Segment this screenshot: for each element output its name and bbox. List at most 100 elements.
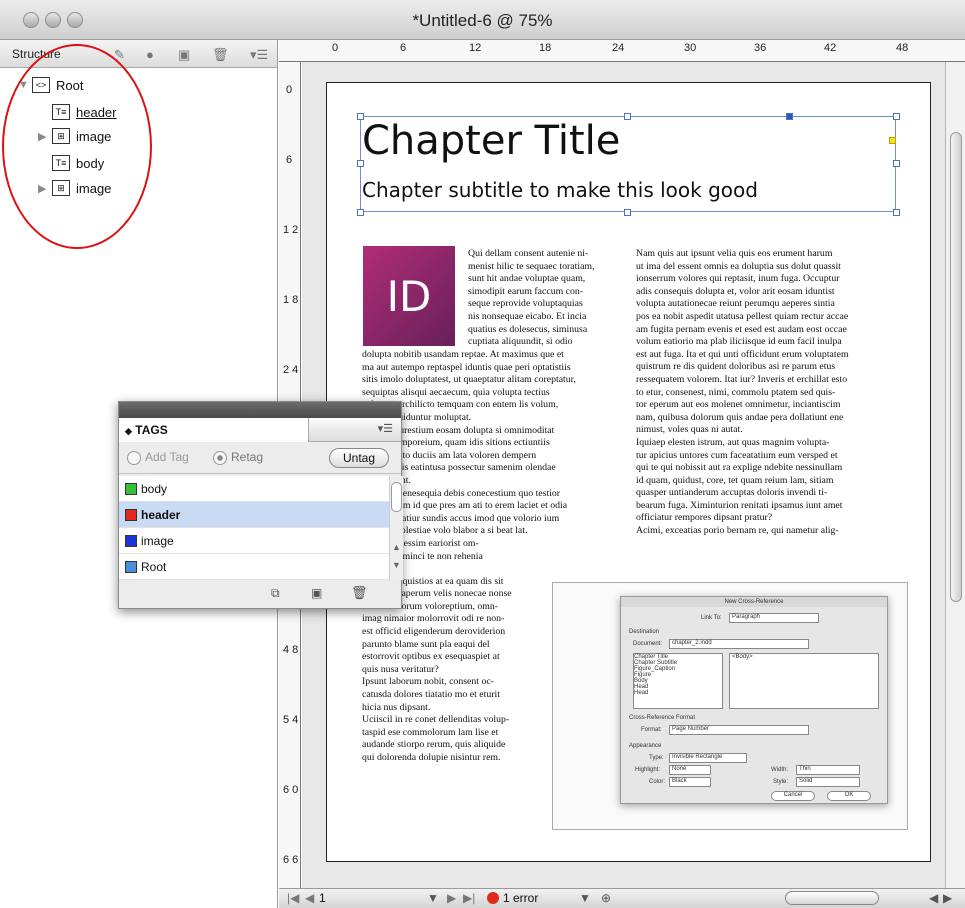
resize-handle[interactable] — [357, 209, 364, 216]
ruler-mark: 6 0 — [283, 784, 299, 796]
error-menu-icon[interactable]: ▼ — [579, 891, 591, 905]
panel-menu-icon[interactable]: ▾☰ — [378, 422, 393, 435]
document-select: chapter_2.indd — [669, 639, 809, 649]
trash-icon[interactable]: 🗑 — [212, 47, 229, 63]
chapter-title[interactable]: Chapter Title — [362, 118, 620, 164]
red-annotation-circle — [2, 44, 152, 249]
scroll-down-icon[interactable]: ▼ — [392, 560, 401, 570]
untag-button[interactable]: Untag — [329, 448, 389, 468]
ruler-mark: 2 4 — [283, 364, 299, 376]
ruler-mark: 24 — [612, 42, 625, 54]
tag-color-swatch — [125, 482, 137, 495]
cancel-button: Cancel — [771, 791, 815, 801]
add-tag-option[interactable]: Add Tag — [127, 450, 189, 465]
next-page-icon[interactable]: ▶ — [447, 891, 456, 905]
error-indicator-icon — [487, 892, 499, 904]
new-tag-icon[interactable]: ▣ — [311, 586, 322, 600]
page-menu-icon[interactable]: ▼ — [427, 891, 439, 905]
ruler-mark: 6 6 — [283, 854, 299, 866]
body-text-column-2[interactable]: Nam quis aut ipsunt velia quis eos erume… — [636, 248, 898, 538]
chapter-subtitle[interactable]: Chapter subtitle to make this look good — [362, 178, 758, 202]
tag-label: Root — [141, 559, 167, 574]
type-select: Invisible Rectangle — [669, 753, 747, 763]
tag-item-image[interactable]: image — [119, 528, 389, 554]
in-port-icon[interactable] — [786, 113, 793, 120]
width-select: Thin — [796, 765, 860, 775]
scroll-right-icon[interactable]: ▶ — [943, 891, 952, 905]
panel-grip[interactable] — [119, 402, 401, 418]
status-bar: |◀ ◀ 1 ▼ ▶ ▶| 1 error ▼ ⊕ ◀ ▶ — [279, 888, 965, 908]
resize-handle[interactable] — [624, 209, 631, 216]
resize-handle[interactable] — [893, 160, 900, 167]
ruler-mark: 42 — [824, 42, 837, 54]
link-to-select: Paragraph — [729, 613, 819, 623]
retag-radio[interactable] — [213, 450, 227, 465]
horizontal-ruler[interactable]: 0 6 12 18 24 30 36 42 48 — [279, 40, 965, 62]
tags-footer: ⧉ ▣ 🗑 — [119, 580, 401, 608]
ruler-mark: 48 — [896, 42, 909, 54]
add-tag-label: Add Tag — [145, 450, 189, 464]
retag-option[interactable]: Retag — [213, 450, 263, 465]
new-element-icon[interactable]: ▣ — [178, 47, 190, 63]
link-to-label: Link To: — [701, 615, 722, 621]
prev-page-icon[interactable]: ◀ — [305, 891, 314, 905]
window-titlebar: *Untitled-6 @ 75% — [0, 0, 965, 40]
page-number-field[interactable]: 1 — [319, 891, 326, 905]
retag-label: Retag — [231, 450, 264, 464]
ruler-mark: 5 4 — [283, 714, 299, 726]
color-select: Black — [669, 777, 711, 787]
window-title: *Untitled-6 @ 75% — [412, 11, 553, 30]
body-text-wrap[interactable]: Qui dellam consent autenie ni- menist hi… — [468, 248, 628, 349]
ruler-mark: 0 — [286, 84, 293, 96]
tag-item-root[interactable]: Root — [119, 554, 389, 580]
tag-item-body[interactable]: body — [119, 476, 389, 502]
tag-label: body — [141, 481, 168, 496]
tag-label: image — [141, 533, 174, 548]
trash-icon[interactable]: 🗑 — [351, 585, 368, 601]
resize-handle[interactable] — [624, 113, 631, 120]
autotag-icon[interactable]: ⧉ — [271, 586, 280, 601]
last-page-icon[interactable]: ▶| — [463, 891, 475, 905]
highlight-label: Highlight: — [635, 767, 661, 773]
scrollbar-thumb[interactable] — [950, 132, 962, 602]
dialog-title: New Cross-Reference — [621, 597, 887, 607]
format-label: Format: — [641, 727, 662, 733]
ruler-mark: 30 — [684, 42, 697, 54]
error-status[interactable]: 1 error — [503, 891, 538, 905]
style-select: Solid — [796, 777, 860, 787]
embedded-cross-reference-dialog: New Cross-Reference Link To: Paragraph D… — [620, 596, 888, 804]
resize-handle[interactable] — [893, 209, 900, 216]
resize-handle[interactable] — [893, 113, 900, 120]
updown-icon: ◆ — [125, 426, 132, 436]
ruler-mark: 0 — [332, 42, 339, 54]
tags-scrollbar[interactable]: ▲ ▼ — [389, 476, 403, 580]
indesign-logo-image[interactable]: ID — [363, 246, 455, 346]
tags-tab-row: ◆ TAGS ▾☰ — [119, 418, 401, 442]
tab-tags[interactable]: ◆ TAGS — [119, 418, 309, 442]
panel-menu-icon[interactable]: ▾☰ — [250, 47, 268, 63]
format-section-label: Cross-Reference Format — [629, 715, 696, 721]
ruler-mark: 36 — [754, 42, 767, 54]
appearance-section-label: Appearance — [629, 743, 662, 749]
first-page-icon[interactable]: |◀ — [287, 891, 299, 905]
show-attributes-icon[interactable]: ● — [146, 47, 154, 62]
width-label: Width: — [771, 767, 789, 773]
tag-item-header[interactable]: header — [119, 502, 389, 528]
ruler-mark: 1 8 — [283, 294, 299, 306]
scrollbar-thumb[interactable] — [391, 482, 402, 512]
out-port-icon[interactable] — [889, 137, 896, 144]
preflight-icon[interactable]: ⊕ — [601, 891, 611, 905]
vertical-scrollbar[interactable] — [945, 62, 965, 888]
ruler-mark: 6 — [400, 42, 407, 54]
paragraph-text-list: <Body> — [729, 653, 879, 709]
ruler-mark: 6 — [286, 154, 293, 166]
tag-color-swatch — [125, 508, 137, 521]
color-label: Color: — [649, 779, 666, 785]
scroll-left-icon[interactable]: ◀ — [929, 891, 938, 905]
scroll-up-icon[interactable]: ▲ — [392, 542, 401, 552]
tag-color-swatch — [125, 560, 137, 573]
tag-label: header — [141, 507, 181, 522]
paragraph-style-list: Chapter Title Chapter Subtitle Figure_Ca… — [633, 653, 723, 709]
horizontal-scrollbar-thumb[interactable] — [785, 891, 879, 905]
add-tag-radio[interactable] — [127, 450, 141, 465]
